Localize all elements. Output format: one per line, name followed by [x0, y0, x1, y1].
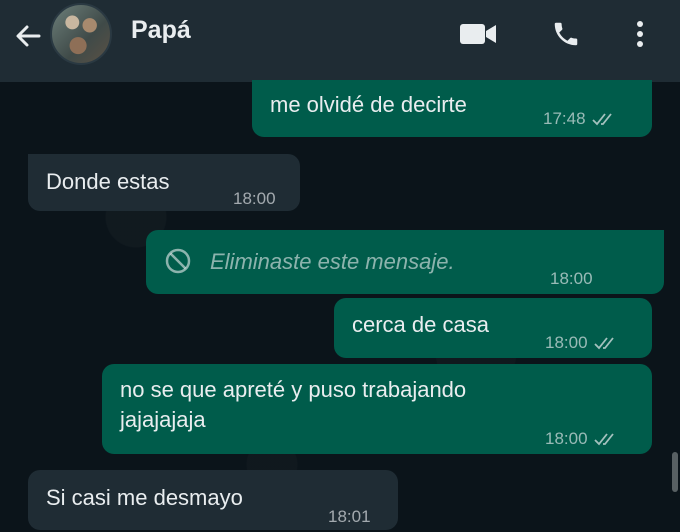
message-time: 18:00: [545, 424, 619, 454]
more-vert-icon[interactable]: [620, 14, 660, 54]
message-bubble-incoming[interactable]: Donde estas 18:00: [28, 154, 300, 211]
message-text: me olvidé de decirte: [270, 92, 467, 117]
message-bubble-incoming[interactable]: Si casi me desmayo 18:01: [28, 470, 398, 530]
double-check-icon: [593, 335, 619, 351]
message-text-line-1: no se que apreté y puso trabajando: [120, 377, 467, 402]
message-time: 18:01: [328, 502, 371, 532]
message-time: 17:48: [543, 104, 617, 134]
time-label: 18:00: [545, 429, 588, 448]
message-bubble-outgoing[interactable]: cerca de casa 18:00: [334, 298, 652, 358]
time-label: 18:00: [233, 189, 276, 208]
message-bubble-outgoing[interactable]: no se que apreté y puso trabajando jajaj…: [102, 364, 652, 454]
message-time: 18:00: [545, 328, 619, 358]
chat-header: Papá: [0, 0, 680, 82]
message-time: 18:00: [550, 264, 593, 294]
double-check-icon: [591, 111, 617, 127]
message-bubble-outgoing[interactable]: me olvidé de decirte 17:48: [252, 80, 652, 137]
message-text: Si casi me desmayo: [46, 485, 243, 510]
message-bubble-deleted[interactable]: Eliminaste este mensaje. 18:00: [146, 230, 664, 294]
double-check-icon: [593, 431, 619, 447]
time-label: 18:01: [328, 507, 371, 526]
arrow-left-icon[interactable]: [10, 18, 46, 54]
time-label: 17:48: [543, 109, 586, 128]
time-label: 18:00: [550, 269, 593, 288]
phone-icon[interactable]: [546, 14, 586, 54]
blocked-icon: [164, 247, 192, 283]
scrollbar[interactable]: [672, 452, 678, 492]
message-list[interactable]: me olvidé de decirte 17:48 Donde estas 1…: [0, 80, 680, 532]
message-text-line-2: jajajajaja: [120, 407, 206, 432]
avatar[interactable]: [50, 3, 112, 65]
deleted-message-text: Eliminaste este mensaje.: [210, 249, 455, 274]
message-text: Donde estas: [46, 169, 170, 194]
time-label: 18:00: [545, 333, 588, 352]
message-time: 18:00: [233, 184, 276, 214]
message-text: cerca de casa: [352, 312, 489, 337]
video-camera-icon[interactable]: [458, 14, 498, 54]
contact-name[interactable]: Papá: [131, 16, 191, 45]
